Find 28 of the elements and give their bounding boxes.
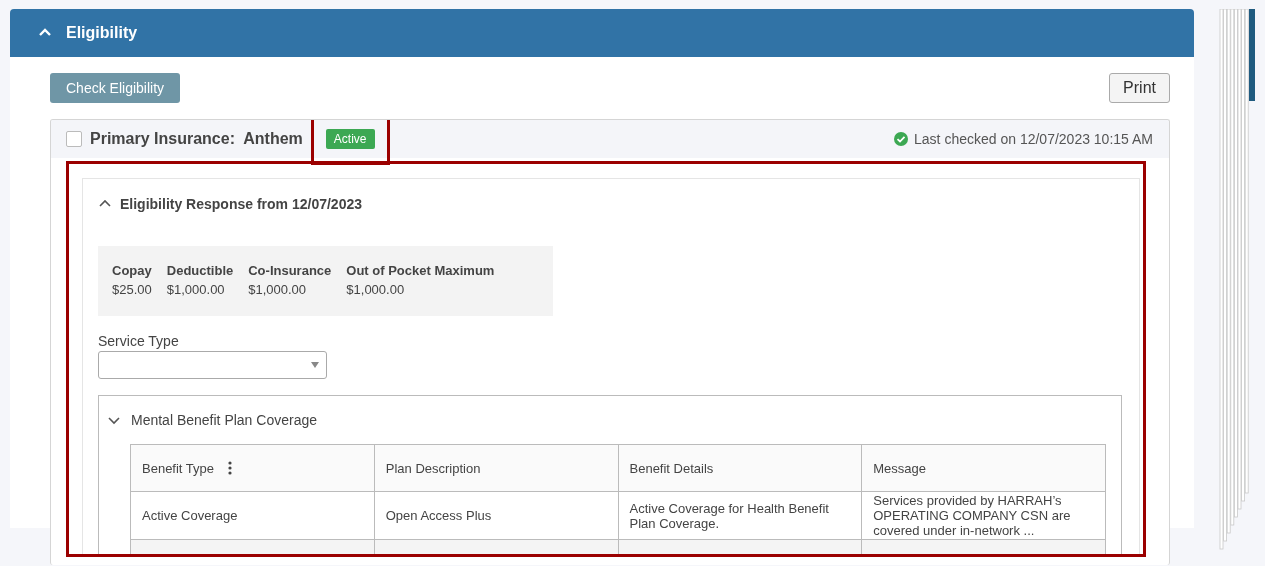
check-circle-icon [894,132,909,146]
table-cell: Services provided by HARRAH’s OPERATING COMPANY CSN are covered under in-network ... [861,491,1106,540]
panel-title: Eligibility [66,24,138,42]
kebab-menu-icon[interactable] [228,461,233,475]
table-cell: Open Access Plus [374,491,618,540]
response-title: Eligibility Response from 12/07/2023 [120,196,362,212]
table-cell: Active Coverage for Health Benefit Plan Coverage. [618,491,862,540]
summary-value: $1,000.00 [166,282,226,297]
column-header[interactable]: Plan Description [374,444,618,492]
checkbox[interactable] [66,131,82,147]
last-checked-text: Last checked on 12/07/2023 10:15 AM [914,131,1153,147]
summary-value: $1,000.00 [248,282,308,297]
status-badge: Active [325,129,375,149]
coverage-title: Mental Benefit Plan Coverage [131,412,317,428]
summary-value: $1,000.00 [346,282,406,297]
print-button[interactable]: Print [1109,73,1170,103]
column-header[interactable]: Message [861,444,1106,492]
field-label: Service Type [98,333,180,349]
summary-label: Copay [112,263,152,278]
summary-value: $25.00 [112,282,152,297]
insurance-title: Primary Insurance: Anthem [90,130,303,148]
summary-label: Deductible [166,263,234,278]
summary-label: Co-Insurance [248,263,332,278]
column-header[interactable]: Benefit Details [618,444,862,492]
column-label: Benefit Type [142,460,215,476]
dropdown-arrow-icon [310,361,320,369]
table-cell: Active Coverage [130,491,375,540]
summary-label: Out of Pocket Maximum [346,263,495,278]
